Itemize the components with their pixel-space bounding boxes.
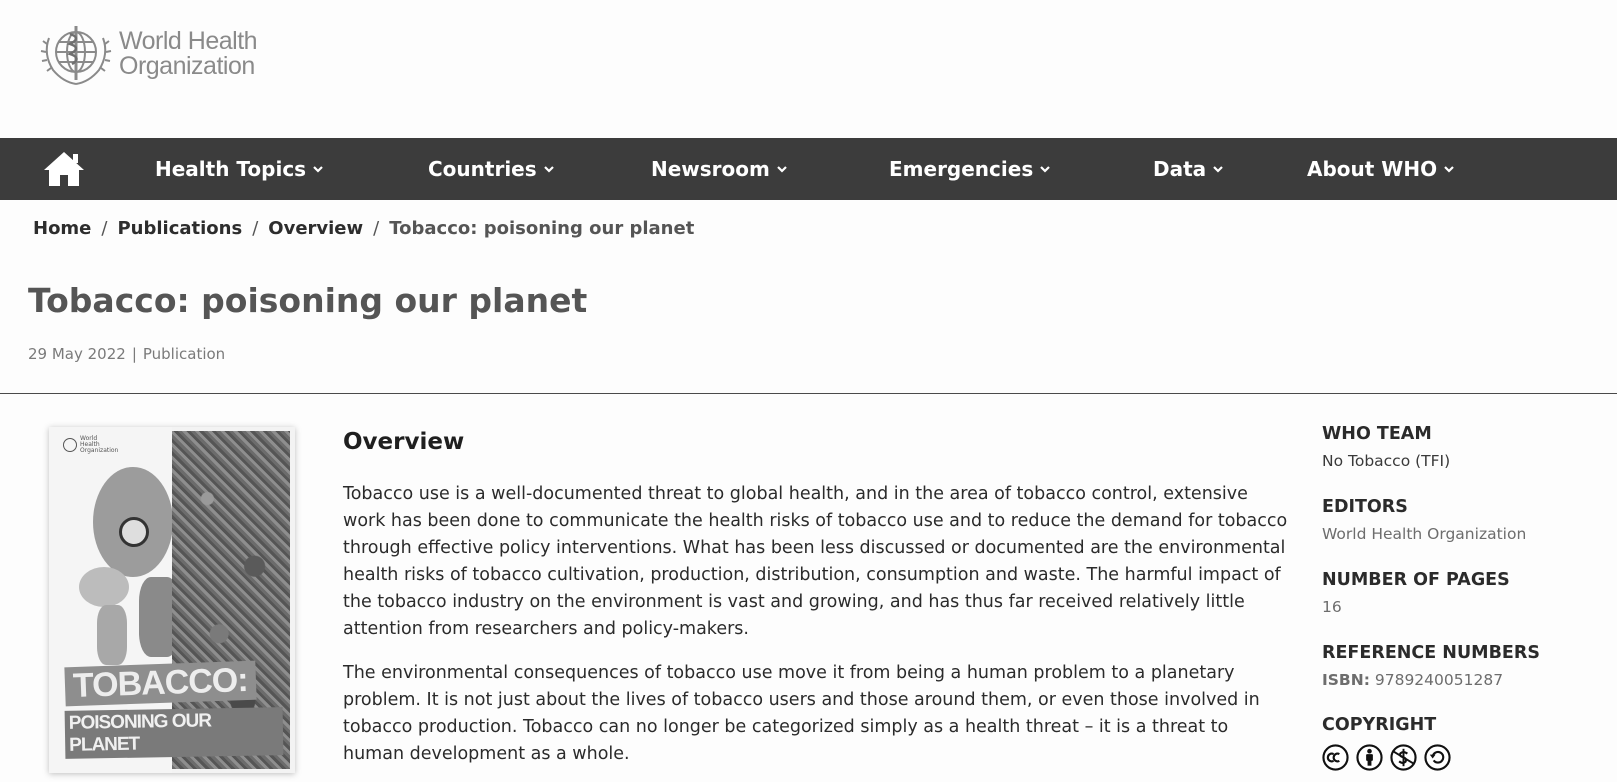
who-team-label: WHO TEAM [1322, 424, 1432, 444]
breadcrumb-publications[interactable]: Publications [117, 218, 242, 239]
editors-block: EDITORS World Health Organization [1322, 497, 1526, 543]
isbn-label: ISBN: [1322, 671, 1370, 689]
pages-value: 16 [1322, 598, 1342, 616]
copyright-block: COPYRIGHT [1322, 715, 1451, 771]
chevron-down-icon [1040, 166, 1051, 173]
nav-newsroom[interactable]: Newsroom [651, 138, 788, 200]
cover-logo-text: World Health Organization [80, 435, 119, 454]
publication-type[interactable]: Publication [143, 345, 225, 363]
chevron-down-icon [1213, 166, 1223, 173]
who-logo[interactable]: World Health Organization [37, 20, 258, 88]
chevron-down-icon [313, 166, 323, 173]
cover-title: TOBACCO: POISONING OUR PLANET [64, 660, 284, 759]
who-emblem-icon [63, 438, 77, 452]
cover-title-line-2: POISONING OUR PLANET [64, 707, 284, 759]
editors-label: EDITORS [1322, 497, 1408, 517]
chevron-down-icon [777, 166, 787, 173]
nav-newsroom-label: Newsroom [651, 157, 770, 181]
nav-countries-label: Countries [428, 157, 537, 181]
cover-collage-shape [79, 567, 129, 607]
page-title: Tobacco: poisoning our planet [28, 281, 588, 320]
overview-heading: Overview [343, 429, 465, 455]
breadcrumb-separator: / [101, 218, 108, 239]
cover-who-logo: World Health Organization [63, 435, 119, 454]
sharealike-icon [1424, 744, 1451, 771]
home-icon [44, 152, 84, 186]
logo-line-2: Organization [119, 52, 255, 80]
copyright-label: COPYRIGHT [1322, 715, 1437, 735]
reference-label: REFERENCE NUMBERS [1322, 643, 1540, 663]
nav-about-who-label: About WHO [1307, 157, 1438, 181]
by-attribution-icon [1356, 744, 1383, 771]
who-team-block: WHO TEAM No Tobacco (TFI) [1322, 424, 1450, 470]
nav-emergencies[interactable]: Emergencies [889, 138, 1051, 200]
noncommercial-icon [1390, 744, 1417, 771]
section-divider [0, 393, 1617, 394]
site-header: World Health Organization [0, 0, 1617, 138]
reference-block: REFERENCE NUMBERS ISBN: 9789240051287 [1322, 643, 1540, 689]
who-emblem-icon [40, 26, 112, 85]
breadcrumb-separator: / [252, 218, 259, 239]
logo-line-1: World Health [119, 27, 258, 55]
nav-countries[interactable]: Countries [428, 138, 555, 200]
nav-health-topics[interactable]: Health Topics [155, 138, 324, 200]
cover-title-line-1: TOBACCO: [64, 660, 257, 707]
pages-label: NUMBER OF PAGES [1322, 570, 1510, 590]
breadcrumb: Home / Publications / Overview / Tobacco… [33, 218, 694, 239]
pages-block: NUMBER OF PAGES 16 [1322, 570, 1510, 616]
chevron-down-icon [1444, 166, 1454, 173]
nav-health-topics-label: Health Topics [155, 157, 307, 181]
overview-paragraph-1: Tobacco use is a well-documented threat … [343, 484, 1288, 639]
main-nav: Health Topics Countries Newsroom Emergen… [0, 138, 1617, 200]
breadcrumb-overview[interactable]: Overview [268, 218, 363, 239]
publication-cover[interactable]: World Health Organization TOBACCO: POISO… [49, 427, 295, 773]
publication-date: 29 May 2022 [28, 345, 126, 363]
nav-data[interactable]: Data [1153, 138, 1224, 200]
breadcrumb-current: Tobacco: poisoning our planet [389, 218, 695, 239]
nav-home[interactable] [42, 150, 86, 188]
who-team-value[interactable]: No Tobacco (TFI) [1322, 452, 1450, 470]
isbn-row: ISBN: 9789240051287 [1322, 671, 1540, 689]
nav-emergencies-label: Emergencies [889, 157, 1034, 181]
cc-icon [1322, 744, 1349, 771]
breadcrumb-separator: / [373, 218, 380, 239]
logo-text: World Health Organization [119, 27, 258, 80]
nav-data-label: Data [1153, 157, 1207, 181]
editors-value: World Health Organization [1322, 525, 1527, 543]
chevron-down-icon [543, 166, 554, 173]
license-icons[interactable] [1322, 744, 1451, 771]
breadcrumb-home[interactable]: Home [33, 218, 91, 239]
cover-collage-shape [97, 605, 127, 665]
publication-meta: 29 May 2022 | Publication [28, 345, 225, 363]
meta-divider: | [131, 345, 137, 363]
nav-about-who[interactable]: About WHO [1307, 138, 1455, 200]
overview-paragraph-2: The environmental consequences of tobacc… [343, 663, 1260, 764]
isbn-value: 9789240051287 [1374, 671, 1504, 689]
cover-collage-shape [119, 517, 149, 547]
